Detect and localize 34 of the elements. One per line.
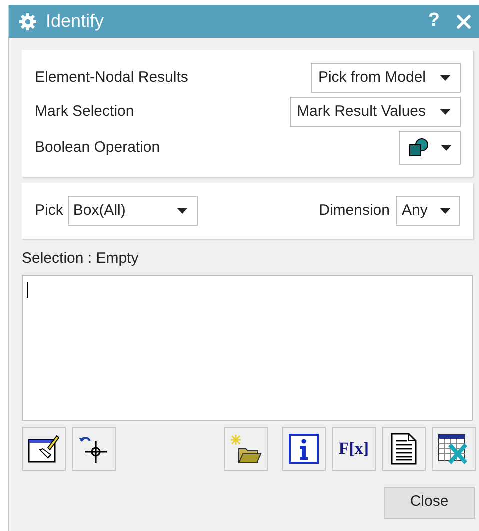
folder-sparkle-icon <box>230 432 262 464</box>
pick-dropdown[interactable]: Box(All) <box>68 196 198 226</box>
dropdown[interactable]: Mark Result Values <box>290 97 461 127</box>
function-label: F[x] <box>338 438 370 460</box>
tool-button[interactable] <box>72 426 116 470</box>
dimension-label: Dimension <box>319 200 390 221</box>
dimension-dropdown[interactable]: Any <box>396 196 460 226</box>
setting-label: Element-Nodal Results <box>35 68 188 88</box>
close-button[interactable]: Close <box>384 486 475 518</box>
pick-label: Pick <box>35 200 64 221</box>
gear-icon <box>19 12 37 30</box>
info-icon <box>289 434 319 464</box>
window-title: Identify <box>46 10 106 33</box>
dropdown[interactable]: Pick from Model <box>311 63 461 93</box>
caret-icon <box>440 109 451 115</box>
selection-field[interactable] <box>22 274 473 420</box>
document-icon <box>391 432 417 464</box>
tool-button[interactable] <box>22 426 66 470</box>
tool-button[interactable] <box>382 426 426 470</box>
setting-label: Boolean Operation <box>35 138 160 158</box>
boolean-dropdown[interactable] <box>399 131 461 165</box>
tool-button[interactable] <box>224 426 268 470</box>
tool-button[interactable]: F[x] <box>332 426 376 470</box>
tool-button[interactable] <box>282 426 326 470</box>
brush-window-icon <box>28 434 60 464</box>
caret-icon <box>440 208 451 214</box>
caret-icon <box>177 208 188 214</box>
caret-icon <box>440 75 451 81</box>
selection-label: Selection : Empty <box>22 249 140 269</box>
caret-icon <box>440 145 452 151</box>
setting-label: Mark Selection <box>35 102 134 122</box>
spreadsheet-icon <box>438 432 470 464</box>
shapes-icon <box>408 138 428 158</box>
tool-button[interactable] <box>432 426 476 470</box>
